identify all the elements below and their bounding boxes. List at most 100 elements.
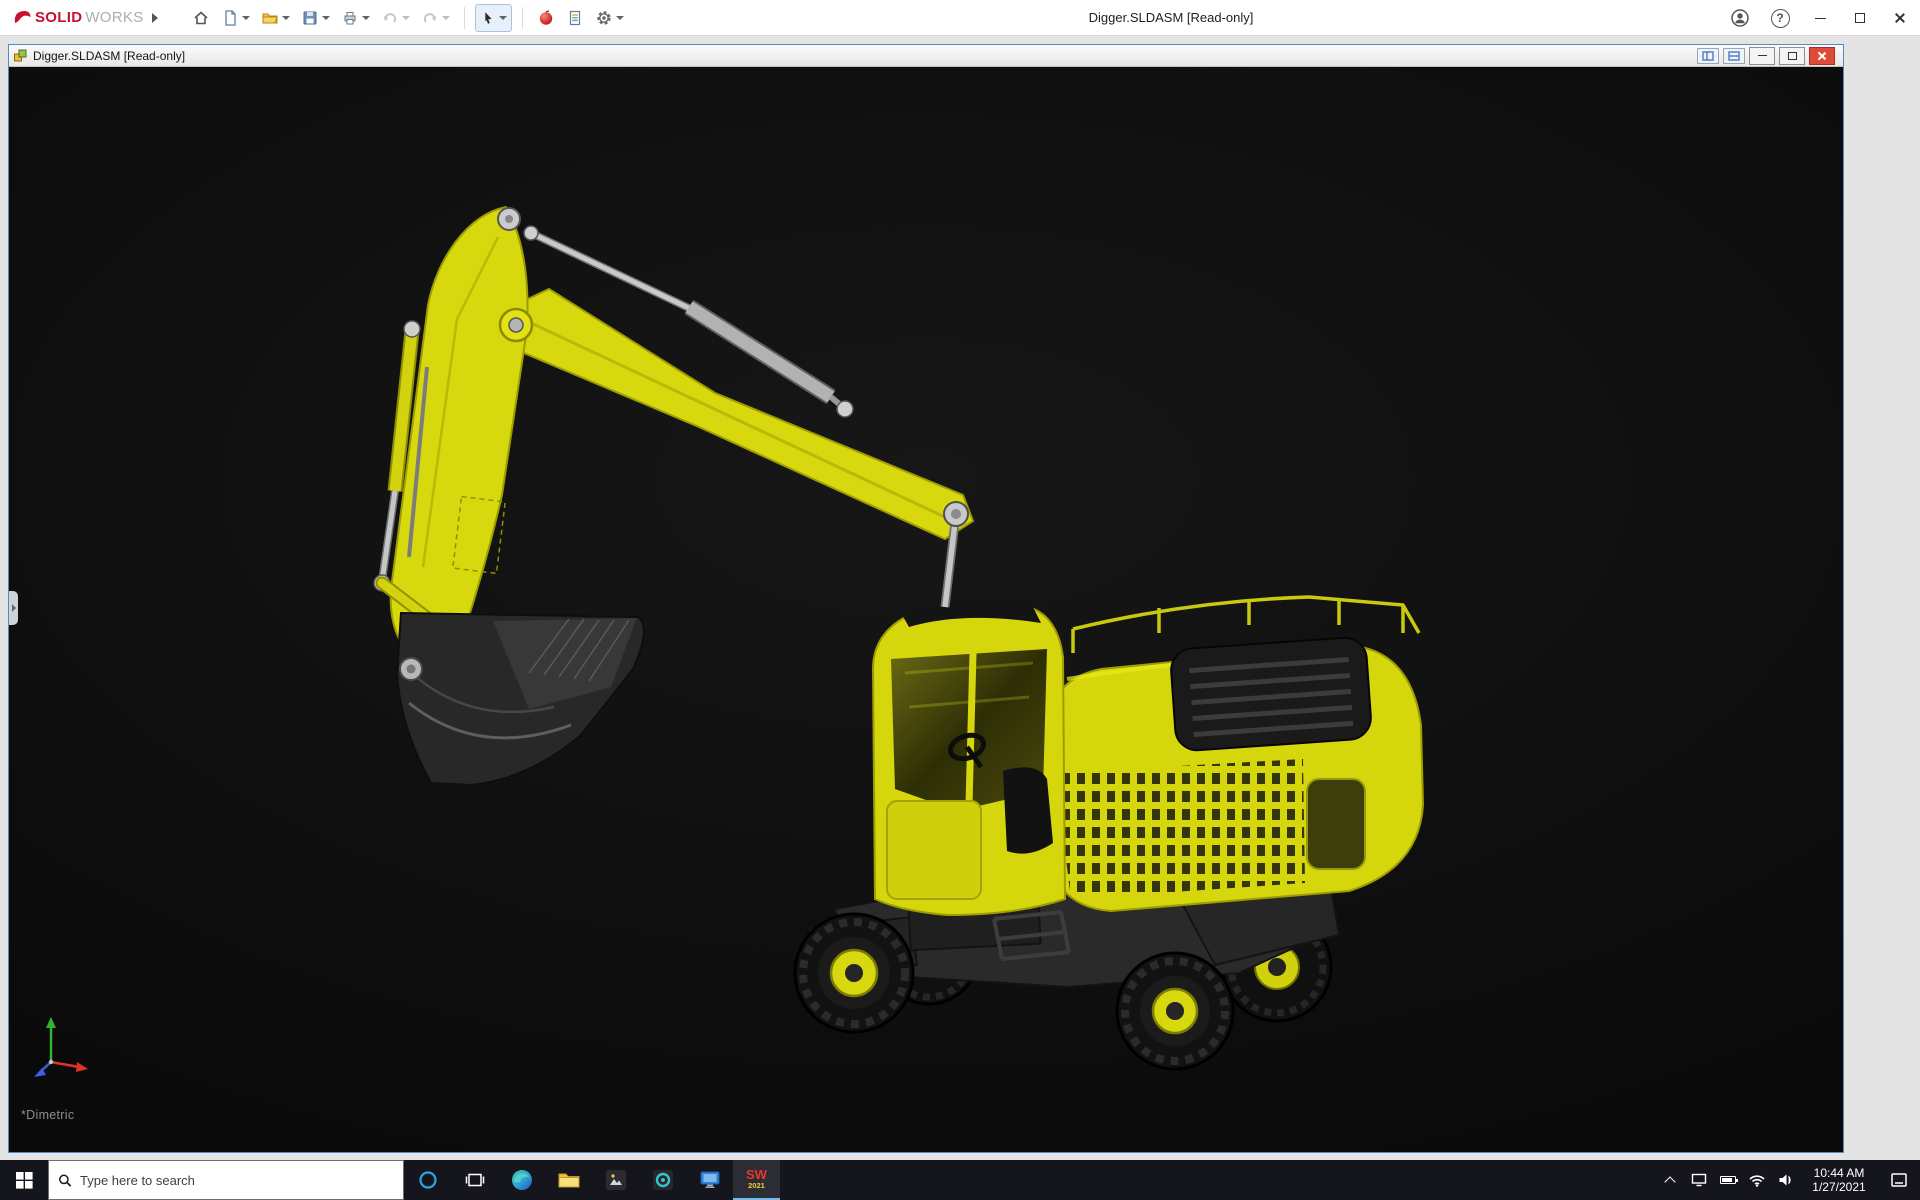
display-app-icon	[700, 1171, 719, 1188]
close-icon	[1817, 51, 1827, 61]
options-button[interactable]	[591, 4, 628, 32]
mdi-client-area: Digger.SLDASM [Read-only] *Dimetric	[0, 36, 1920, 1160]
show-display-pane-button[interactable]	[1723, 47, 1745, 64]
seat	[1003, 767, 1053, 854]
app-minimize-button[interactable]	[1800, 0, 1840, 36]
tilt-link	[940, 501, 969, 608]
maximize-icon	[1855, 13, 1865, 23]
minimize-icon	[1757, 55, 1767, 56]
document-title-bar[interactable]: Digger.SLDASM [Read-only]	[9, 45, 1843, 67]
taskbar-search[interactable]	[48, 1160, 404, 1200]
search-input[interactable]	[80, 1172, 394, 1188]
quick-access-toolbar	[188, 3, 628, 32]
engine-hood	[1170, 636, 1372, 752]
display-app-button[interactable]	[686, 1160, 733, 1200]
menu-expand-arrow-icon[interactable]	[151, 12, 158, 23]
reference-triad[interactable]	[23, 1010, 93, 1080]
wifi-icon	[1748, 1174, 1765, 1187]
view-orientation-label: *Dimetric	[21, 1108, 75, 1122]
save-button[interactable]	[297, 4, 334, 32]
featuremanager-flyout-tab[interactable]	[9, 591, 18, 625]
file-explorer-button[interactable]	[545, 1160, 592, 1200]
edge-button[interactable]	[498, 1160, 545, 1200]
toolbar-separator	[521, 6, 523, 29]
windows-logo-icon	[15, 1171, 33, 1189]
wheel-rear-left	[1115, 951, 1235, 1071]
dropdown-caret-icon	[615, 15, 624, 20]
network-button[interactable]	[1742, 1160, 1771, 1200]
wheel-front-left	[793, 912, 915, 1034]
volume-icon	[1779, 1174, 1791, 1186]
action-center-icon	[1891, 1173, 1907, 1187]
app-title-bar: SOLID WORKS Digger.SLDASM [Read-only] ?	[0, 0, 1920, 36]
cortana-button[interactable]	[404, 1160, 451, 1200]
file-properties-button[interactable]	[562, 4, 588, 32]
show-feature-pane-button[interactable]	[1697, 47, 1719, 64]
solidworks-app-icon: SW 2021	[746, 1167, 767, 1190]
open-folder-icon	[262, 13, 278, 23]
new-document-button[interactable]	[217, 4, 254, 32]
bucket	[395, 611, 645, 787]
redo-button[interactable]	[417, 4, 454, 32]
x-axis	[50, 1060, 80, 1069]
solidworks-version-badge: 2021	[748, 1181, 765, 1190]
start-button[interactable]	[0, 1160, 48, 1200]
photos-app-button[interactable]	[592, 1160, 639, 1200]
help-icon: ?	[1770, 8, 1790, 28]
brand-works-text: WORKS	[85, 9, 144, 26]
open-button[interactable]	[257, 4, 294, 32]
tray-device-button[interactable]	[1684, 1160, 1713, 1200]
action-center-button[interactable]	[1878, 1172, 1920, 1188]
solidworks-taskbar-button[interactable]: SW 2021	[733, 1160, 780, 1200]
chevron-up-icon	[1663, 1175, 1676, 1188]
print-button[interactable]	[337, 4, 374, 32]
doc-minimize-button[interactable]	[1749, 46, 1775, 65]
file-properties-icon	[569, 10, 580, 25]
undo-button[interactable]	[377, 4, 414, 32]
tray-overflow-button[interactable]	[1655, 1160, 1684, 1200]
app-close-button[interactable]	[1880, 0, 1920, 36]
task-view-button[interactable]	[451, 1160, 498, 1200]
redo-icon	[423, 12, 436, 23]
app-window-controls: ?	[1720, 0, 1920, 36]
dropdown-caret-icon	[241, 15, 250, 20]
document-window: Digger.SLDASM [Read-only] *Dimetric	[8, 44, 1844, 1153]
doc-maximize-button[interactable]	[1779, 46, 1805, 65]
undo-icon	[383, 12, 396, 23]
graphics-viewport[interactable]: *Dimetric	[9, 67, 1843, 1152]
cab-door	[886, 800, 982, 900]
app-maximize-button[interactable]	[1840, 0, 1880, 36]
dropdown-caret-icon	[281, 15, 290, 20]
dropdown-caret-icon	[361, 15, 370, 20]
print-icon	[344, 11, 356, 24]
boom-assembly	[373, 205, 975, 683]
dropdown-caret-icon	[321, 15, 330, 20]
account-icon	[1731, 9, 1749, 27]
excavator-model	[373, 205, 1425, 1071]
media-app-button[interactable]	[639, 1160, 686, 1200]
maximize-icon	[1787, 51, 1797, 60]
battery-button[interactable]	[1713, 1160, 1742, 1200]
stick-arm	[503, 287, 975, 541]
search-icon	[59, 1174, 72, 1187]
cab	[871, 599, 1067, 917]
side-vents	[1055, 759, 1305, 899]
appearance-sphere-icon	[539, 9, 552, 25]
media-app-icon	[652, 1170, 673, 1190]
triad-origin	[48, 1059, 54, 1065]
doc-close-button[interactable]	[1809, 46, 1835, 65]
select-arrow-icon	[484, 11, 492, 24]
app-title: Digger.SLDASM [Read-only]	[1088, 10, 1254, 25]
system-tray: 10:44 AM 1/27/2021	[1655, 1160, 1920, 1200]
volume-button[interactable]	[1771, 1160, 1800, 1200]
account-button[interactable]	[1720, 0, 1760, 36]
select-tool-button[interactable]	[474, 3, 512, 32]
home-button[interactable]	[188, 4, 214, 32]
appearance-button[interactable]	[533, 4, 559, 32]
brand-solid-text: SOLID	[35, 9, 83, 26]
battery-icon	[1719, 1176, 1738, 1184]
task-view-icon	[465, 1173, 484, 1187]
taskbar-clock[interactable]: 10:44 AM 1/27/2021	[1800, 1166, 1878, 1194]
document-window-controls	[1697, 46, 1839, 65]
help-button[interactable]: ?	[1760, 0, 1800, 36]
